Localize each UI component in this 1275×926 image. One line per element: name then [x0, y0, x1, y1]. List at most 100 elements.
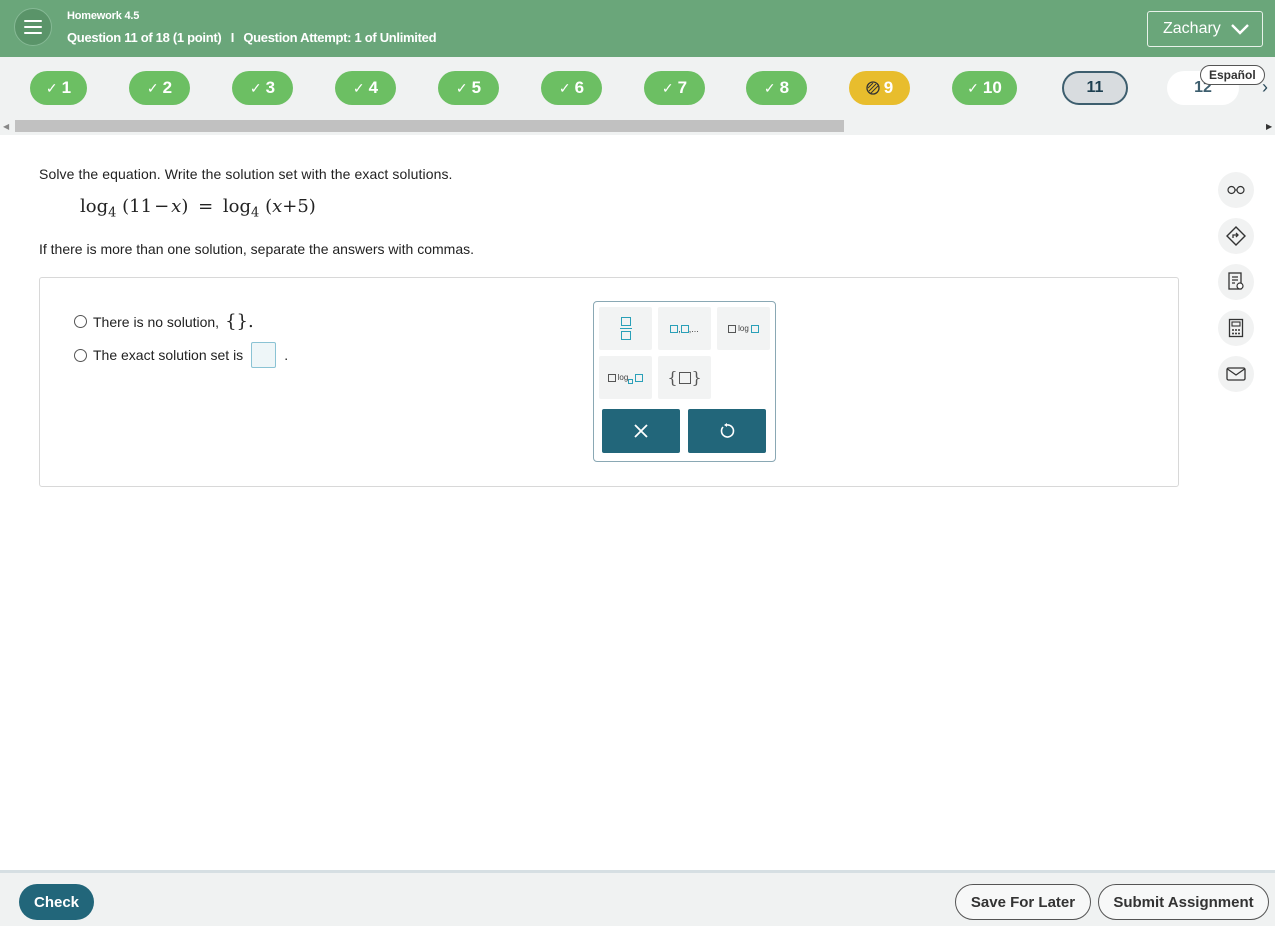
checkmark-icon: ✓ — [455, 79, 468, 96]
box-icon — [670, 324, 679, 333]
question-pill-11[interactable]: 11 — [1062, 71, 1128, 105]
solution-set-input[interactable] — [251, 342, 277, 368]
scrollbar-thumb[interactable] — [15, 120, 844, 132]
checkmark-icon: ✓ — [661, 79, 674, 96]
eq-part: ) — [181, 196, 189, 217]
chevron-right-icon[interactable]: › — [1262, 77, 1268, 98]
question-number: 4 — [368, 78, 379, 97]
question-prompt: Solve the equation. Write the solution s… — [39, 166, 453, 182]
submit-assignment-button[interactable]: Submit Assignment — [1098, 884, 1269, 920]
radio-no-solution[interactable] — [74, 315, 87, 328]
box-icon — [607, 373, 616, 382]
question-number: 8 — [779, 78, 790, 97]
calculator-icon — [1228, 318, 1244, 338]
footer-bar: Check Save For Later Submit Assignment — [0, 870, 1275, 926]
box-icon — [635, 373, 644, 382]
set-braces-button[interactable]: {} — [658, 356, 711, 399]
scroll-left-arrow-icon[interactable]: ◀ — [3, 122, 9, 131]
box-icon — [680, 324, 689, 333]
question-number: 7 — [677, 78, 688, 97]
eq-log: log — [222, 196, 252, 217]
question-pill-7[interactable]: ✓ 7 — [644, 71, 705, 105]
question-number: 3 — [265, 78, 276, 97]
comma-list-button[interactable]: ,,... — [658, 307, 711, 350]
log-button[interactable]: log — [717, 307, 770, 350]
radio-solution-set[interactable] — [74, 348, 87, 362]
hamburger-icon — [24, 20, 42, 34]
menu-button[interactable] — [14, 8, 52, 46]
document-search-icon — [1228, 272, 1244, 290]
check-button[interactable]: Check — [19, 884, 94, 920]
checkmark-icon: ✓ — [146, 79, 159, 96]
box-icon — [750, 324, 759, 333]
eq-var: x — [272, 196, 283, 217]
fraction-button[interactable] — [599, 307, 652, 350]
eq-log: log — [80, 196, 109, 217]
directions-tool-button[interactable] — [1218, 218, 1254, 254]
question-pill-8[interactable]: ✓ 8 — [746, 71, 807, 105]
question-number: 2 — [162, 78, 173, 97]
glasses-icon — [1227, 185, 1245, 195]
undo-button[interactable] — [688, 409, 766, 453]
homework-title: Homework 4.5 — [67, 10, 140, 22]
fraction-icon — [619, 317, 632, 340]
question-pill-9[interactable]: 9 — [849, 71, 910, 105]
top-header: Homework 4.5 Question 11 of 18 (1 point)… — [0, 0, 1275, 57]
empty-set-symbol: {}. — [225, 311, 254, 332]
directions-icon — [1226, 226, 1246, 246]
answer-area: There is no solution, {}. The exact solu… — [39, 277, 1179, 487]
braces-icon: {} — [667, 368, 702, 387]
mail-icon — [1226, 367, 1246, 381]
question-pill-10[interactable]: ✓ 10 — [952, 71, 1017, 105]
box-icon — [728, 324, 737, 333]
checkmark-icon: ✓ — [249, 79, 262, 96]
eq-op: + — [282, 196, 298, 217]
question-info: Question 11 of 18 (1 point) I Question A… — [67, 30, 437, 45]
question-pill-3[interactable]: ✓ 3 — [232, 71, 293, 105]
choice-no-solution[interactable]: There is no solution, {}. — [74, 311, 254, 332]
trailing-period: . — [284, 347, 289, 363]
eq-op: − — [154, 196, 170, 217]
choice-solution-set[interactable]: The exact solution set is . — [74, 342, 288, 368]
question-pill-4[interactable]: ✓ 4 — [335, 71, 396, 105]
info-separator: I — [230, 30, 235, 45]
question-label: Question 11 of 18 (1 point) — [67, 30, 222, 45]
horizontal-scrollbar[interactable]: ◀ ▶ — [0, 119, 1275, 133]
message-tool-button[interactable] — [1218, 356, 1254, 392]
checkmark-icon: ✓ — [558, 79, 571, 96]
user-menu-button[interactable]: Zachary — [1147, 11, 1263, 47]
log-label: log — [738, 324, 749, 333]
log-base-label: log — [617, 373, 629, 382]
base-box-icon — [628, 379, 634, 384]
question-pill-5[interactable]: ✓ 5 — [438, 71, 499, 105]
checkmark-icon: ✓ — [352, 79, 365, 96]
textbook-tool-button[interactable] — [1218, 264, 1254, 300]
scroll-right-arrow-icon[interactable]: ▶ — [1266, 122, 1272, 131]
question-pill-2[interactable]: ✓ 2 — [129, 71, 190, 105]
question-number: 9 — [883, 78, 894, 97]
checkmark-icon: ✓ — [45, 79, 58, 96]
eq-equals: = — [198, 196, 214, 217]
calculator-tool-button[interactable] — [1218, 310, 1254, 346]
language-toggle-button[interactable]: Español — [1200, 65, 1265, 85]
clear-button[interactable] — [602, 409, 680, 453]
question-number: 10 — [982, 78, 1002, 97]
eq-part: 5) — [297, 196, 316, 217]
question-navigator: ✓ 1 ✓ 2 ✓ 3 ✓ 4 ✓ 5 ✓ 6 ✓ 7 ✓ 8 9 ✓ 10 11 12 Español › ◀ ▶ — [0, 57, 1275, 135]
comma-list-label: ,... — [688, 323, 699, 334]
checkmark-icon: ✓ — [967, 79, 979, 96]
attempt-label: Question Attempt: 1 of Unlimited — [243, 30, 437, 45]
close-icon — [634, 424, 648, 438]
save-for-later-button[interactable]: Save For Later — [955, 884, 1091, 920]
question-pill-6[interactable]: ✓ 6 — [541, 71, 602, 105]
glasses-tool-button[interactable] — [1218, 172, 1254, 208]
chevron-down-icon — [1230, 24, 1249, 35]
choice-solution-set-label: The exact solution set is — [93, 347, 244, 363]
checkmark-icon: ✓ — [763, 79, 776, 96]
equation: log4 (11− x) = log4 (x+5) — [80, 196, 316, 221]
question-instruction: If there is more than one solution, sepa… — [39, 241, 474, 257]
question-number: 11 — [1086, 79, 1104, 96]
question-pill-1[interactable]: ✓ 1 — [30, 71, 87, 105]
partial-credit-icon — [866, 81, 880, 95]
log-base-button[interactable]: log — [599, 356, 652, 399]
